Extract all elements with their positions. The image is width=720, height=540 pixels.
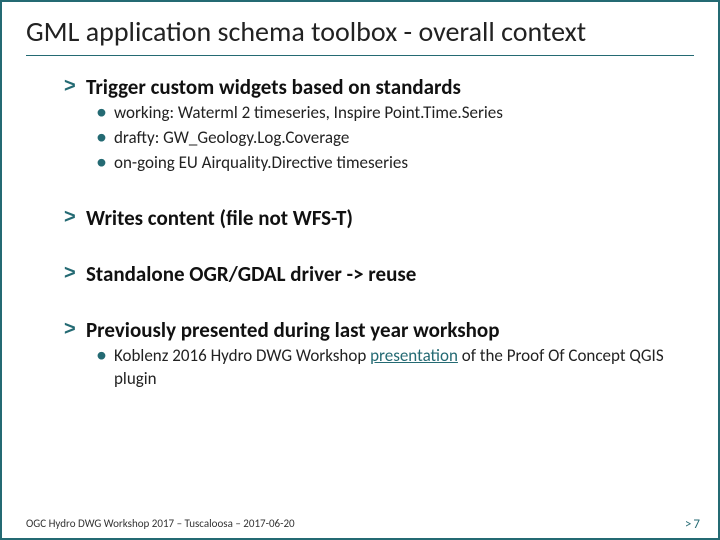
bullet-heading: Standalone OGR/GDAL driver -> reuse — [86, 261, 416, 287]
chevron-icon: > — [64, 262, 76, 285]
sub-bullet-text: drafty: GW_Geology.Log.Coverage — [114, 127, 349, 148]
bullet-heading: Trigger custom widgets based on standard… — [86, 74, 461, 100]
chevron-icon: > — [64, 75, 76, 98]
title-rule — [26, 55, 694, 56]
page-number: >7 — [685, 517, 700, 532]
content-area: > Trigger custom widgets based on standa… — [26, 74, 694, 391]
bullet-standalone-driver: > Standalone OGR/GDAL driver -> reuse — [86, 261, 674, 287]
footer-text: OGC Hydro DWG Workshop 2017 – Tuscaloosa… — [26, 517, 295, 530]
presentation-link[interactable]: presentation — [370, 345, 458, 366]
bullet-writes-content: > Writes content (file not WFS-T) — [86, 205, 674, 231]
chevron-icon: > — [64, 318, 76, 341]
chevron-icon: > — [685, 517, 691, 532]
page-number-value: 7 — [693, 517, 700, 532]
dot-icon: • — [96, 101, 107, 123]
sub-bullet-ongoing: • on-going EU Airquality.Directive times… — [114, 152, 674, 175]
dot-icon: • — [96, 126, 107, 148]
sub-bullet-text-pre: Koblenz 2016 Hydro DWG Workshop — [114, 345, 370, 366]
chevron-icon: > — [64, 206, 76, 229]
sub-bullet-drafty: • drafty: GW_Geology.Log.Coverage — [114, 127, 674, 150]
bullet-heading: Writes content (file not WFS-T) — [86, 205, 353, 231]
sub-bullet-text: on-going EU Airquality.Directive timeser… — [114, 152, 408, 173]
sub-bullet-working: • working: Waterml 2 timeseries, Inspire… — [114, 102, 674, 125]
dot-icon: • — [96, 151, 107, 173]
slide-title: GML application schema toolbox - overall… — [26, 14, 694, 49]
sub-bullet-koblenz: • Koblenz 2016 Hydro DWG Workshop presen… — [114, 345, 674, 391]
bullet-heading: Previously presented during last year wo… — [86, 317, 500, 343]
slide-frame: GML application schema toolbox - overall… — [0, 0, 720, 540]
bullet-trigger-widgets: > Trigger custom widgets based on standa… — [86, 74, 674, 100]
bullet-previously-presented: > Previously presented during last year … — [86, 317, 674, 343]
sub-bullet-text: working: Waterml 2 timeseries, Inspire P… — [114, 102, 503, 123]
dot-icon: • — [96, 344, 107, 366]
